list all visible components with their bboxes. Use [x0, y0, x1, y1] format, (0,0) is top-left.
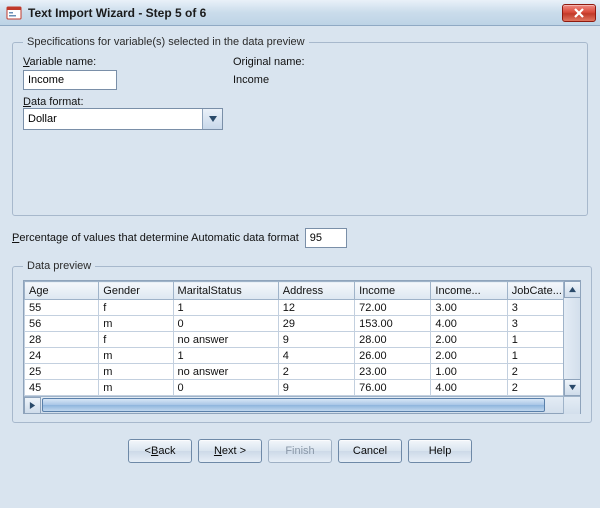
auto-format-percentage-row: Percentage of values that determine Auto… [12, 228, 588, 248]
table-cell[interactable]: 23.00 [355, 364, 431, 380]
table-cell[interactable]: 55 [25, 300, 99, 316]
wizard-button-row: < Back Next > Finish Cancel Help [12, 439, 588, 463]
window-title: Text Import Wizard - Step 5 of 6 [28, 6, 562, 20]
table-cell[interactable]: 0 [173, 380, 278, 396]
scroll-up-button[interactable] [564, 281, 581, 298]
table-cell[interactable]: 28.00 [355, 332, 431, 348]
auto-format-percentage-label: Percentage of values that determine Auto… [12, 232, 299, 244]
table-cell[interactable]: 2.00 [431, 332, 507, 348]
column-header[interactable]: Age [25, 282, 99, 300]
data-format-label: Data format: [23, 96, 577, 108]
auto-format-percentage-input[interactable] [305, 228, 347, 248]
table-cell[interactable]: 4 [278, 348, 354, 364]
column-header[interactable]: Income... [431, 282, 507, 300]
horizontal-scroll-thumb[interactable] [42, 398, 545, 412]
back-button[interactable]: < Back [128, 439, 192, 463]
table-row[interactable]: 45m0976.004.002 [25, 380, 580, 396]
app-icon [6, 5, 22, 21]
table-cell[interactable]: 2 [278, 364, 354, 380]
table-cell[interactable]: 4.00 [431, 380, 507, 396]
column-header[interactable]: Gender [99, 282, 173, 300]
table-cell[interactable]: 4.00 [431, 316, 507, 332]
chevron-up-icon [569, 286, 576, 293]
dialog-content: Specifications for variable(s) selected … [0, 26, 600, 469]
table-cell[interactable]: f [99, 300, 173, 316]
chevron-right-icon [29, 402, 36, 409]
specifications-group: Specifications for variable(s) selected … [12, 36, 588, 216]
table-cell[interactable]: 28 [25, 332, 99, 348]
table-cell[interactable]: 12 [278, 300, 354, 316]
scroll-corner [563, 397, 580, 414]
table-cell[interactable]: 153.00 [355, 316, 431, 332]
table-cell[interactable]: m [99, 364, 173, 380]
table-cell[interactable]: 9 [278, 380, 354, 396]
column-header[interactable]: Income [355, 282, 431, 300]
table-header-row: AgeGenderMaritalStatusAddressIncomeIncom… [25, 282, 580, 300]
cancel-button[interactable]: Cancel [338, 439, 402, 463]
specifications-legend: Specifications for variable(s) selected … [23, 36, 309, 48]
data-preview-table[interactable]: AgeGenderMaritalStatusAddressIncomeIncom… [24, 281, 580, 396]
table-cell[interactable]: m [99, 348, 173, 364]
table-row[interactable]: 55f11272.003.003 [25, 300, 580, 316]
chevron-down-icon [569, 384, 576, 391]
close-icon [574, 8, 584, 18]
table-cell[interactable]: 29 [278, 316, 354, 332]
table-cell[interactable]: m [99, 380, 173, 396]
table-cell[interactable]: 26.00 [355, 348, 431, 364]
table-cell[interactable]: m [99, 316, 173, 332]
table-cell[interactable]: 1 [173, 300, 278, 316]
data-preview-group: Data preview AgeGenderMaritalStatusAddre… [12, 260, 592, 423]
table-row[interactable]: 25mno answer223.001.002 [25, 364, 580, 380]
data-format-combo[interactable]: Dollar [23, 108, 223, 130]
data-format-dropdown-button[interactable] [202, 109, 222, 129]
table-cell[interactable]: 9 [278, 332, 354, 348]
table-cell[interactable]: 76.00 [355, 380, 431, 396]
column-header[interactable]: MaritalStatus [173, 282, 278, 300]
table-row[interactable]: 56m029153.004.003 [25, 316, 580, 332]
help-button[interactable]: Help [408, 439, 472, 463]
original-name-label: Original name: [233, 56, 577, 68]
table-cell[interactable]: 45 [25, 380, 99, 396]
scroll-right-button[interactable] [24, 397, 41, 414]
data-preview-table-container: AgeGenderMaritalStatusAddressIncomeIncom… [23, 280, 581, 414]
table-cell[interactable]: 3.00 [431, 300, 507, 316]
data-format-value: Dollar [24, 109, 202, 129]
table-cell[interactable]: 0 [173, 316, 278, 332]
close-button[interactable] [562, 4, 596, 22]
variable-name-label: Variable name: [23, 56, 233, 68]
original-name-value: Income [233, 70, 577, 90]
table-cell[interactable]: 56 [25, 316, 99, 332]
table-cell[interactable]: 2.00 [431, 348, 507, 364]
table-cell[interactable]: 72.00 [355, 300, 431, 316]
variable-name-input[interactable] [23, 70, 117, 90]
vertical-scrollbar[interactable] [563, 281, 580, 396]
chevron-down-icon [209, 116, 217, 122]
table-cell[interactable]: no answer [173, 332, 278, 348]
finish-button[interactable]: Finish [268, 439, 332, 463]
scroll-down-button[interactable] [564, 379, 581, 396]
table-cell[interactable]: 24 [25, 348, 99, 364]
table-cell[interactable]: 25 [25, 364, 99, 380]
data-preview-legend: Data preview [23, 260, 95, 272]
table-row[interactable]: 28fno answer928.002.001 [25, 332, 580, 348]
table-cell[interactable]: 1 [173, 348, 278, 364]
table-cell[interactable]: f [99, 332, 173, 348]
table-cell[interactable]: 1.00 [431, 364, 507, 380]
horizontal-scrollbar[interactable] [24, 396, 580, 413]
title-bar: Text Import Wizard - Step 5 of 6 [0, 0, 600, 26]
next-button[interactable]: Next > [198, 439, 262, 463]
column-header[interactable]: Address [278, 282, 354, 300]
table-cell[interactable]: no answer [173, 364, 278, 380]
table-row[interactable]: 24m1426.002.001 [25, 348, 580, 364]
